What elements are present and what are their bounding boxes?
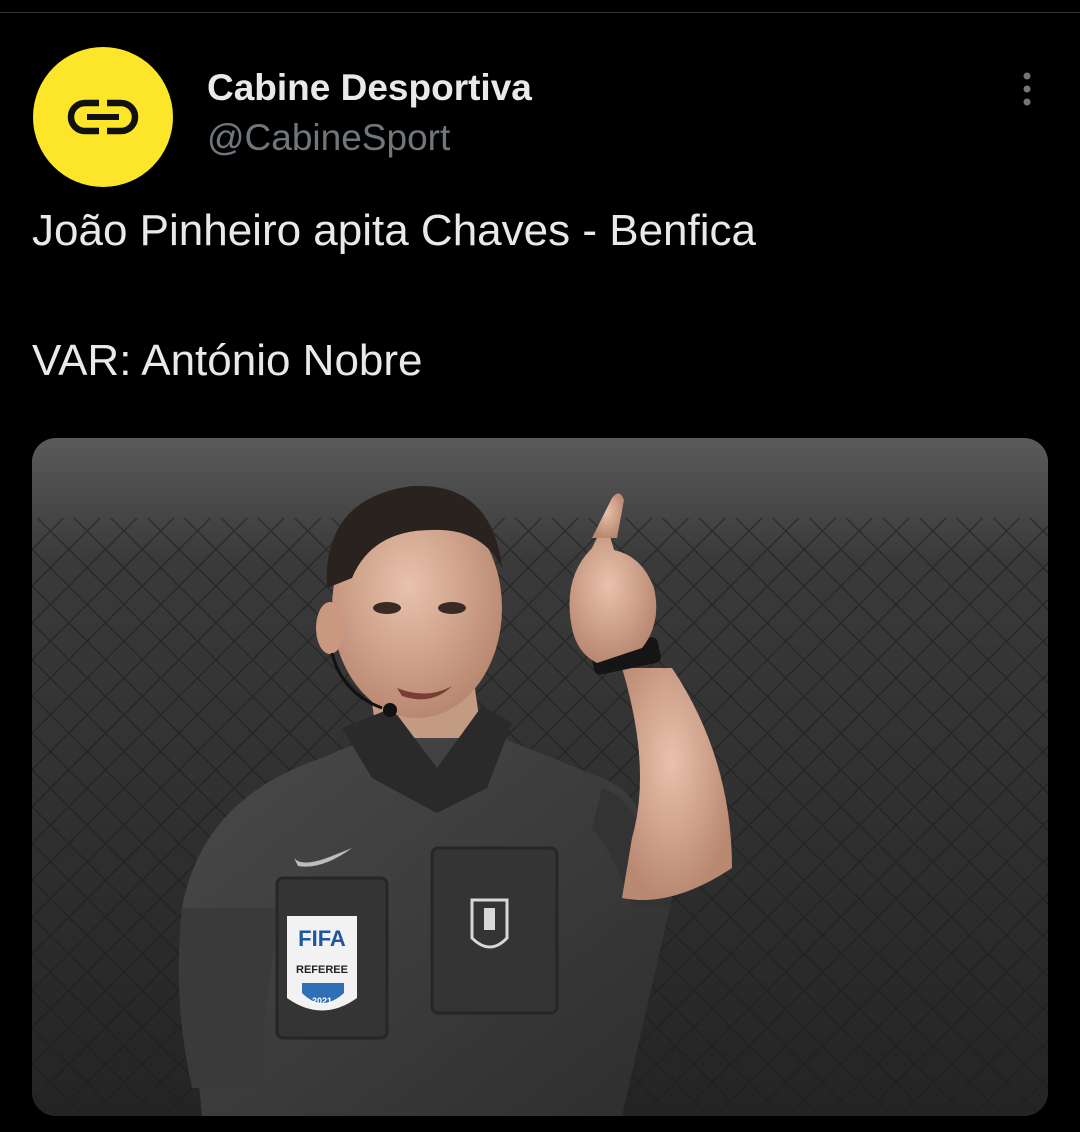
author-handle[interactable]: @CabineSport: [207, 112, 532, 164]
referee-photo-illustration: FIFA REFEREE 2021: [32, 438, 1048, 1116]
tweet-text-line: João Pinheiro apita Chaves - Benfica: [32, 206, 756, 255]
fifa-badge-title: FIFA: [298, 926, 346, 951]
tweet-text: João Pinheiro apita Chaves - Benfica VAR…: [32, 203, 1042, 389]
more-options-button[interactable]: [1006, 68, 1048, 110]
author-avatar[interactable]: [33, 47, 173, 187]
tweet-photo[interactable]: FIFA REFEREE 2021: [32, 438, 1048, 1116]
author-info[interactable]: Cabine Desportiva @CabineSport: [207, 64, 532, 164]
fifa-badge-year: 2021: [312, 996, 332, 1006]
more-vertical-icon: [1023, 72, 1031, 106]
cd-logo-icon: [67, 99, 139, 135]
author-display-name[interactable]: Cabine Desportiva: [207, 64, 532, 112]
divider: [0, 12, 1080, 13]
fifa-badge-label: REFEREE: [296, 964, 348, 976]
tweet-text-line: VAR: António Nobre: [32, 336, 423, 385]
tweet-view: Cabine Desportiva @CabineSport João Pinh…: [0, 0, 1080, 1132]
